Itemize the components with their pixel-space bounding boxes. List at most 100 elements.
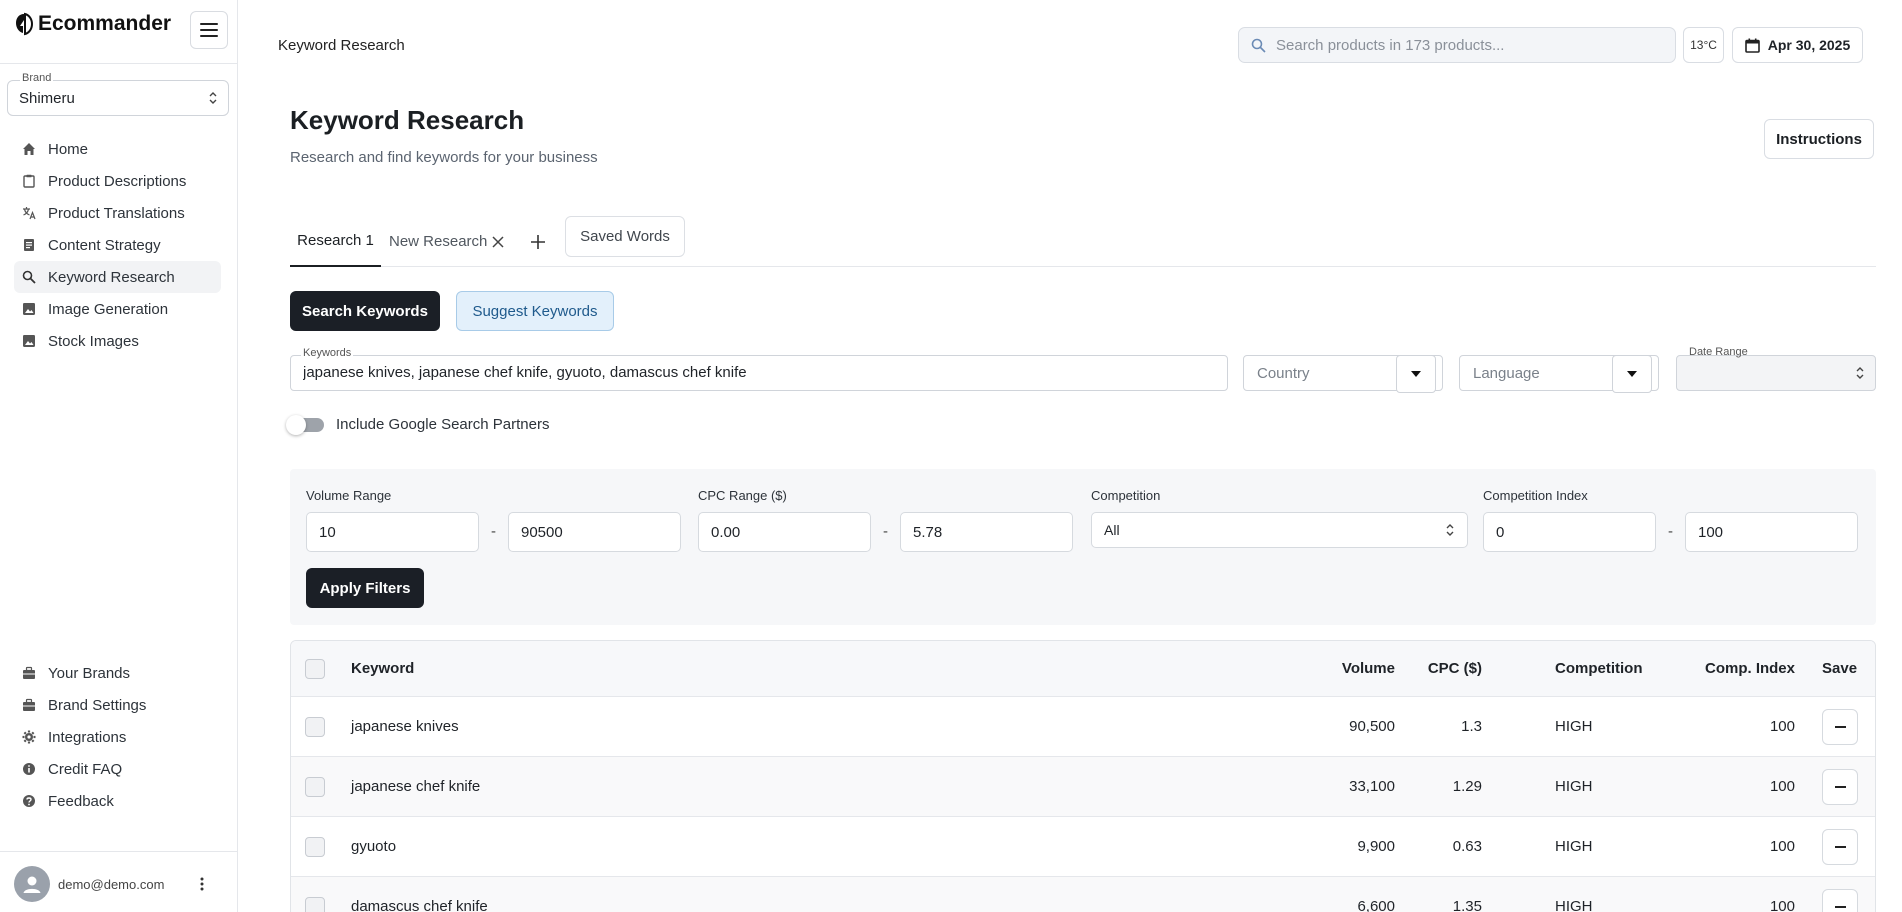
volume-max-input[interactable]: [521, 524, 671, 541]
save-keyword-button[interactable]: [1822, 888, 1858, 912]
header-save: Save: [1822, 660, 1858, 677]
clipboard-icon: [23, 174, 35, 188]
save-keyword-button[interactable]: [1822, 708, 1858, 745]
sidebar-divider: [0, 63, 238, 64]
suggest-keywords-button[interactable]: Suggest Keywords: [456, 291, 614, 331]
search-input[interactable]: [1276, 36, 1656, 54]
instructions-button[interactable]: Instructions: [1764, 119, 1874, 159]
table-row: gyuoto 9,900 0.63 HIGH 100: [291, 817, 1875, 877]
tab-research-1[interactable]: Research 1: [290, 216, 381, 267]
google-partners-label: Include Google Search Partners: [336, 416, 550, 433]
sidebar-item-label: Brand Settings: [48, 696, 147, 714]
table-row: japanese chef knife 33,100 1.29 HIGH 100: [291, 757, 1875, 817]
header-competition[interactable]: Competition: [1555, 641, 1643, 696]
more-vertical-icon[interactable]: [198, 876, 206, 892]
sidebar-item-stock-images[interactable]: Stock Images: [14, 325, 221, 357]
date-button[interactable]: Apr 30, 2025: [1732, 27, 1863, 63]
sidebar-item-keyword-research[interactable]: Keyword Research: [14, 261, 221, 293]
page-title: Keyword Research: [290, 105, 525, 135]
volume-min-field: [306, 512, 479, 552]
research-tabs: Research 1 New Research Saved Words: [290, 216, 1876, 267]
country-select[interactable]: Country: [1243, 355, 1443, 393]
index-max-input[interactable]: [1698, 524, 1848, 541]
row-checkbox[interactable]: [305, 836, 325, 857]
sidebar-item-your-brands[interactable]: Your Brands: [14, 657, 221, 689]
sidebar-item-credit-faq[interactable]: Credit FAQ: [14, 753, 221, 785]
volume-min-input[interactable]: [319, 524, 469, 541]
image-icon: [23, 335, 35, 347]
search-icon: [22, 270, 36, 284]
index-min-input[interactable]: [1496, 524, 1646, 541]
translate-icon: [23, 207, 36, 220]
google-partners-toggle[interactable]: [286, 414, 324, 435]
saved-words-button[interactable]: Saved Words: [565, 216, 685, 257]
keywords-label: Keywords: [301, 347, 354, 359]
hamburger-icon: [200, 23, 218, 37]
cpc-max-input[interactable]: [913, 524, 1063, 541]
search-keywords-button[interactable]: Search Keywords: [290, 291, 440, 331]
close-icon[interactable]: [491, 235, 505, 249]
sidebar-item-integrations[interactable]: Integrations: [14, 721, 221, 753]
cpc-min-field: [698, 512, 871, 552]
cpc-min-input[interactable]: [711, 524, 861, 541]
row-checkbox[interactable]: [305, 716, 325, 737]
select-all-cell: [305, 641, 325, 696]
volume-cell: 33,100: [1349, 778, 1395, 795]
home-icon: [23, 143, 35, 155]
comp-index-cell: 100: [1769, 718, 1795, 735]
plus-icon: [531, 234, 545, 249]
date-range-label: Date Range: [1689, 346, 1748, 358]
caret-down-icon: [1627, 371, 1637, 377]
search-icon: [1251, 38, 1266, 53]
header-volume[interactable]: Volume: [1251, 641, 1395, 696]
sidebar-item-product-translations[interactable]: Product Translations: [14, 197, 221, 229]
info-icon: [23, 763, 35, 775]
sidebar-item-home[interactable]: Home: [14, 133, 221, 165]
row-checkbox[interactable]: [305, 896, 325, 912]
brand-select[interactable]: Brand Shimeru: [7, 72, 229, 116]
sidebar-item-image-generation[interactable]: Image Generation: [14, 293, 221, 325]
row-checkbox[interactable]: [305, 776, 325, 797]
apply-filters-button[interactable]: Apply Filters: [306, 568, 424, 608]
cpc-range-label: CPC Range ($): [698, 488, 787, 503]
sidebar-item-label: Feedback: [48, 792, 114, 810]
competition-select[interactable]: All: [1091, 512, 1468, 548]
keyword-cell: damascus chef knife: [351, 898, 488, 912]
logo[interactable]: Ecommander: [14, 12, 171, 36]
sidebar-item-label: Keyword Research: [48, 268, 175, 286]
save-cell: [1822, 877, 1858, 912]
competition-label: Competition: [1091, 488, 1161, 503]
help-icon: [23, 795, 35, 807]
header-keyword[interactable]: Keyword: [351, 641, 414, 696]
product-search[interactable]: [1238, 27, 1676, 63]
select-all-checkbox[interactable]: [305, 658, 325, 679]
tab-new-research[interactable]: New Research: [389, 216, 505, 267]
sidebar-item-feedback[interactable]: Feedback: [14, 785, 221, 817]
language-dropdown-button[interactable]: [1612, 355, 1652, 393]
sidebar-item-content-strategy[interactable]: Content Strategy: [14, 229, 221, 261]
menu-toggle-button[interactable]: [190, 11, 228, 49]
save-keyword-button[interactable]: [1822, 768, 1858, 805]
user-profile[interactable]: demo@demo.com: [14, 866, 164, 902]
date-label: Apr 30, 2025: [1767, 37, 1851, 53]
country-dropdown-button[interactable]: [1396, 355, 1436, 393]
updown-arrows-icon: [1446, 524, 1454, 536]
save-keyword-button[interactable]: [1822, 828, 1858, 865]
sidebar-item-brand-settings[interactable]: Brand Settings: [14, 689, 221, 721]
save-cell: [1822, 697, 1858, 756]
sidebar-item-label: Stock Images: [48, 332, 139, 350]
sidebar-item-product-descriptions[interactable]: Product Descriptions: [14, 165, 221, 197]
header-cpc[interactable]: CPC ($): [1411, 641, 1482, 696]
nav-secondary: Your Brands Brand Settings Integrations …: [14, 657, 221, 817]
keywords-input[interactable]: [303, 364, 1203, 381]
add-tab-button[interactable]: [530, 216, 546, 267]
header-comp-index[interactable]: Comp. Index: [1691, 641, 1795, 696]
language-select[interactable]: Language: [1459, 355, 1659, 393]
table-row: japanese knives 90,500 1.3 HIGH 100: [291, 697, 1875, 757]
cpc-cell: 1.3: [1461, 718, 1482, 735]
user-icon: [23, 876, 41, 893]
index-max-field: [1685, 512, 1858, 552]
brand-label: Brand: [20, 72, 54, 84]
row-check-cell: [305, 697, 325, 756]
date-range-select[interactable]: Date Range: [1676, 346, 1876, 391]
